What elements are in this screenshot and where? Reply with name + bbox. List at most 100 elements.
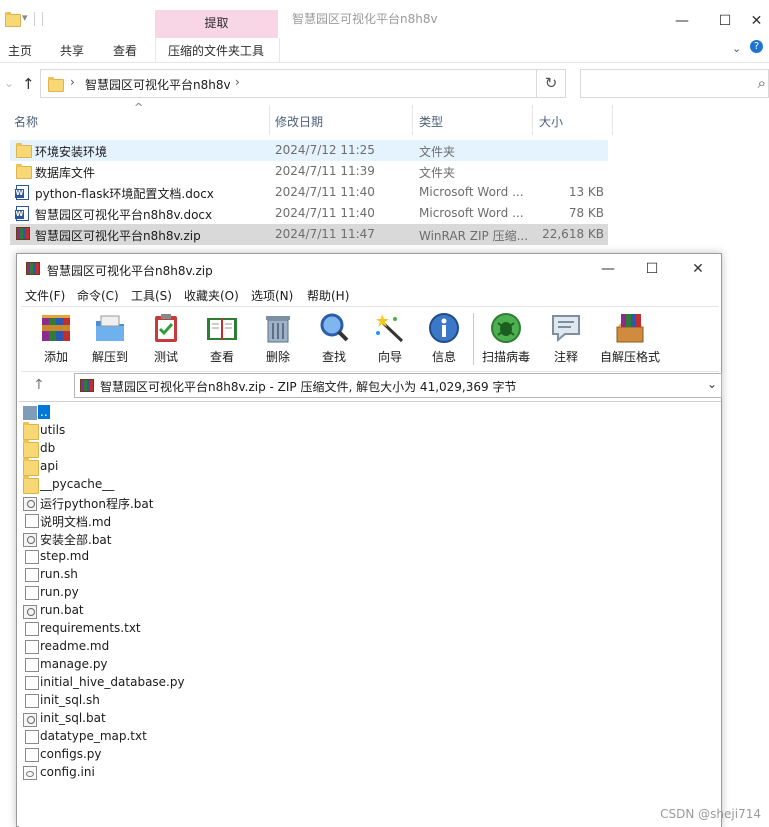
expand-ribbon-icon[interactable]: ⌄ <box>732 42 741 55</box>
menu-file[interactable]: 文件(F) <box>25 287 65 304</box>
column-size[interactable]: 大小 <box>539 113 563 130</box>
tab-view[interactable]: 查看 <box>113 42 137 59</box>
winrar-minimize-button[interactable]: — <box>585 252 631 286</box>
address-path[interactable]: 智慧园区可视化平台n8h8v <box>85 76 231 93</box>
wizard-wand-icon <box>373 311 407 345</box>
column-name[interactable]: 名称 <box>14 113 38 130</box>
folder-icon <box>16 164 32 179</box>
delete-button[interactable]: 删除 <box>251 311 305 369</box>
help-icon[interactable]: ? <box>750 40 763 53</box>
entry-name: manage.py <box>40 657 108 671</box>
file-date: 2024/7/11 11:40 <box>275 185 375 199</box>
file-date: 2024/7/11 11:47 <box>275 227 375 241</box>
file-row[interactable]: 数据库文件 2024/7/11 11:39 文件夹 <box>10 161 608 182</box>
winrar-close-button[interactable]: ✕ <box>675 252 721 286</box>
refresh-button[interactable]: ↻ <box>537 69 566 98</box>
test-button[interactable]: 测试 <box>139 311 193 369</box>
file-row[interactable]: 智慧园区可视化平台n8h8v.docx 2024/7/11 11:40 Micr… <box>10 203 608 224</box>
quick-access-icon[interactable]: ▾ <box>22 11 28 24</box>
column-divider[interactable] <box>269 105 270 135</box>
address-chevron-icon[interactable]: › <box>70 75 75 89</box>
comment-icon <box>549 311 583 345</box>
sfx-button[interactable]: 自解压格式 <box>597 311 663 369</box>
entry-name: init_sql.bat <box>40 711 106 725</box>
column-date[interactable]: 修改日期 <box>275 113 323 130</box>
extract-to-button[interactable]: 解压到 <box>83 311 137 369</box>
entry-name: utils <box>40 423 66 437</box>
ribbon-context-tab-extract[interactable]: 提取 <box>155 10 278 38</box>
virus-scan-label: 扫描病毒 <box>481 350 530 364</box>
search-icon: ⌕ <box>757 74 766 92</box>
explorer-window-title: 智慧园区可视化平台n8h8v <box>292 12 438 26</box>
find-button[interactable]: 查找 <box>307 311 361 369</box>
entry-name: run.py <box>40 585 79 599</box>
virus-scan-button[interactable]: 扫描病毒 <box>479 311 533 369</box>
chevron-down-icon[interactable]: ⌄ <box>707 377 717 391</box>
tab-compressed-folder-tools[interactable]: 压缩的文件夹工具 <box>155 38 280 62</box>
add-button[interactable]: 添加 <box>29 311 83 369</box>
file-icon <box>25 694 39 708</box>
word-icon <box>15 185 29 200</box>
address-trail-chevron-icon[interactable]: › <box>235 75 240 89</box>
explorer-minimize-button[interactable]: — <box>659 4 705 38</box>
tab-share[interactable]: 共享 <box>60 42 84 59</box>
file-row-selected[interactable]: 智慧园区可视化平台n8h8v.zip 2024/7/11 11:47 WinRA… <box>10 224 608 245</box>
batch-file-icon <box>23 497 37 511</box>
address-bar[interactable]: › 智慧园区可视化平台n8h8v › <box>40 69 537 98</box>
menu-favorites[interactable]: 收藏夹(O) <box>184 287 239 304</box>
sfx-box-icon <box>613 311 647 345</box>
menu-options[interactable]: 选项(N) <box>251 287 293 304</box>
menu-tools[interactable]: 工具(S) <box>131 287 172 304</box>
explorer-ribbon-tabs: 主页 共享 查看 ⌄ ? <box>0 38 769 63</box>
tab-home[interactable]: 主页 <box>8 42 32 59</box>
virus-scan-icon <box>489 311 523 345</box>
file-icon <box>25 640 39 654</box>
wizard-label: 向导 <box>377 350 402 364</box>
winrar-maximize-button[interactable]: ☐ <box>629 252 675 286</box>
titlebar-divider <box>34 12 35 26</box>
file-row[interactable]: 环境安装环境 2024/7/12 11:25 文件夹 <box>10 140 608 161</box>
view-book-icon <box>205 311 239 345</box>
file-icon <box>25 550 39 564</box>
column-divider[interactable] <box>532 105 533 135</box>
column-divider[interactable] <box>612 105 613 135</box>
file-type: 文件夹 <box>419 166 456 180</box>
file-size: 13 KB <box>568 185 604 199</box>
entry-name: __pycache__ <box>40 477 115 491</box>
entry-name: init_sql.sh <box>40 693 100 707</box>
find-magnifier-icon <box>317 311 351 345</box>
extract-to-label: 解压到 <box>91 350 128 364</box>
info-icon <box>427 311 461 345</box>
view-button[interactable]: 查看 <box>195 311 249 369</box>
file-row[interactable]: python-flask环境配置文档.docx 2024/7/11 11:40 … <box>10 182 608 203</box>
entry-name: configs.py <box>40 747 102 761</box>
folder-icon <box>5 12 21 27</box>
archive-path-dropdown[interactable]: 智慧园区可视化平台n8h8v.zip - ZIP 压缩文件, 解包大小为 41,… <box>74 373 722 398</box>
file-date: 2024/7/12 11:25 <box>275 143 375 157</box>
menu-help[interactable]: 帮助(H) <box>307 287 349 304</box>
wizard-button[interactable]: 向导 <box>363 311 417 369</box>
delete-trash-icon <box>261 311 295 345</box>
comment-label: 注释 <box>553 350 578 364</box>
comment-button[interactable]: 注释 <box>539 311 593 369</box>
file-icon <box>25 568 39 582</box>
file-icon <box>25 622 39 636</box>
search-input[interactable]: ⌕ <box>580 69 769 98</box>
column-type[interactable]: 类型 <box>419 113 443 130</box>
file-type: 文件夹 <box>419 145 456 159</box>
view-label: 查看 <box>209 350 234 364</box>
folder-icon <box>23 422 39 440</box>
entry-name: step.md <box>40 549 90 563</box>
info-button[interactable]: 信息 <box>417 311 471 369</box>
add-label: 添加 <box>43 350 68 364</box>
back-arrow-icon[interactable]: ⌄ <box>4 76 14 90</box>
up-one-level-icon[interactable]: ↑ <box>33 377 45 393</box>
file-date: 2024/7/11 11:39 <box>275 164 375 178</box>
menu-commands[interactable]: 命令(C) <box>77 287 119 304</box>
explorer-close-button[interactable]: ✕ <box>744 4 769 38</box>
file-name: 数据库文件 <box>35 166 96 180</box>
column-divider[interactable] <box>412 105 413 135</box>
explorer-maximize-button[interactable]: ☐ <box>702 4 748 38</box>
find-label: 查找 <box>321 350 346 364</box>
up-arrow-icon[interactable]: ↑ <box>22 75 35 93</box>
